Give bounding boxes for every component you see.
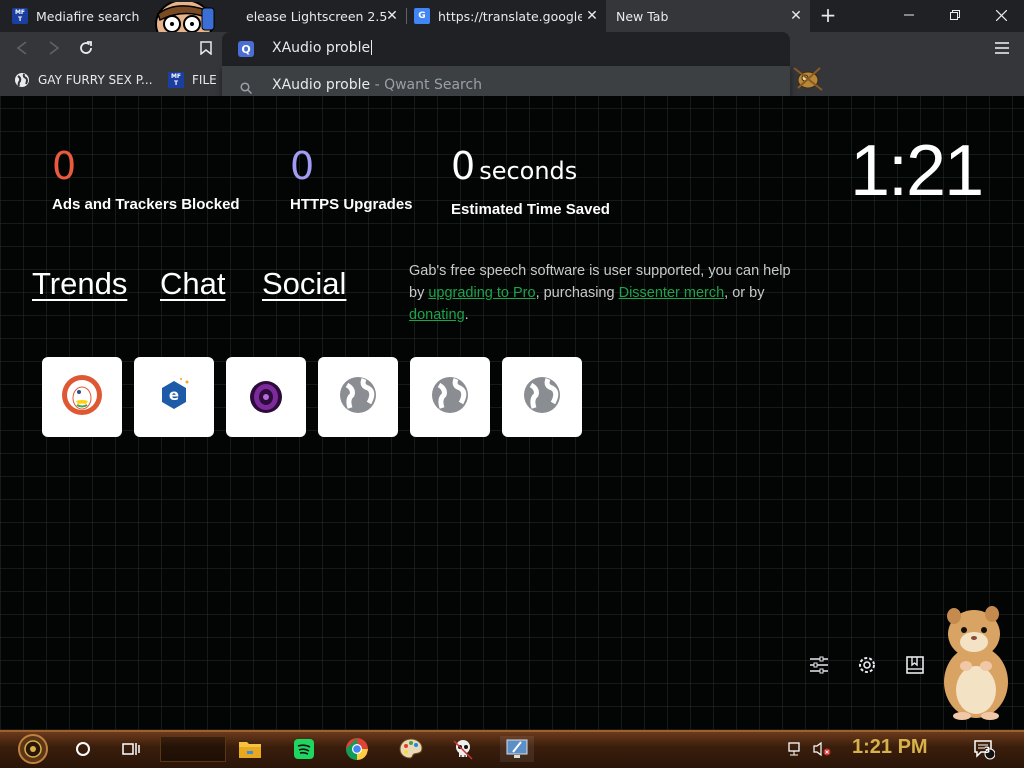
globe-icon bbox=[338, 375, 378, 419]
bookmarks-icon[interactable] bbox=[904, 654, 928, 678]
tab-title: Mediafire search bbox=[36, 8, 140, 24]
bookmark-item[interactable]: MF T FILE bbox=[168, 64, 217, 96]
suggestion-source: - Qwant Search bbox=[370, 77, 483, 93]
trends-link[interactable]: Trends bbox=[32, 266, 127, 302]
notifications-icon[interactable]: 3 bbox=[970, 736, 998, 762]
globe-icon bbox=[522, 375, 562, 419]
back-button[interactable] bbox=[10, 36, 34, 60]
bookmark-item[interactable]: GAY FURRY SEX P... bbox=[14, 64, 153, 96]
donating-link[interactable]: donating bbox=[409, 307, 465, 323]
top-site-tile[interactable] bbox=[410, 357, 490, 437]
tor-onion-icon bbox=[246, 375, 286, 419]
duckduckgo-icon bbox=[61, 374, 103, 420]
task-view-icon[interactable] bbox=[118, 736, 144, 762]
globe-icon bbox=[14, 72, 30, 88]
qwant-search-icon: Q bbox=[238, 41, 254, 57]
new-tab-button[interactable]: + bbox=[816, 4, 840, 28]
gab-support-message: Gab's free speech software is user suppo… bbox=[409, 260, 809, 326]
ads-blocked-stat: 0 Ads and Trackers Blocked bbox=[52, 144, 240, 213]
gab-text: , purchasing bbox=[535, 285, 619, 301]
tab-title: elease Lightscreen 2.5 bbox=[246, 8, 388, 24]
upgrade-pro-link[interactable]: upgrading to Pro bbox=[428, 285, 535, 301]
taskbar-clock[interactable]: 1:21 PM bbox=[852, 736, 928, 759]
clock: 1:21 bbox=[850, 131, 984, 211]
reload-button[interactable] bbox=[74, 36, 98, 60]
new-tab-page: 0 Ads and Trackers Blocked 0 HTTPS Upgra… bbox=[0, 96, 1024, 730]
tab-close-icon[interactable]: ✕ bbox=[788, 8, 804, 24]
https-upgrades-label: HTTPS Upgrades bbox=[290, 196, 413, 213]
bookmark-label: GAY FURRY SEX P... bbox=[38, 73, 153, 87]
social-link[interactable]: Social bbox=[262, 266, 346, 302]
google-translate-favicon-icon: G bbox=[414, 8, 430, 24]
top-site-tile[interactable]: e bbox=[134, 357, 214, 437]
https-upgrades-stat: 0 HTTPS Upgrades bbox=[290, 144, 413, 213]
text-caret bbox=[371, 40, 373, 55]
tab-title: New Tab bbox=[616, 8, 669, 24]
tab-new-tab[interactable]: New Tab ✕ bbox=[606, 0, 810, 32]
chat-link[interactable]: Chat bbox=[160, 266, 225, 302]
bookmark-page-icon[interactable] bbox=[194, 36, 218, 60]
globe-icon bbox=[430, 375, 470, 419]
paint-palette-icon[interactable] bbox=[396, 736, 426, 762]
remote-desktop-icon[interactable] bbox=[500, 736, 534, 762]
settings-gear-icon[interactable] bbox=[856, 654, 880, 678]
taskbar-search-box[interactable] bbox=[160, 736, 226, 762]
https-upgrades-count: 0 bbox=[290, 144, 315, 188]
mediafire-favicon-icon: MF T bbox=[12, 8, 28, 24]
steampunk-mascot-icon bbox=[790, 64, 826, 94]
top-site-tile[interactable] bbox=[318, 357, 398, 437]
gab-e-icon: e bbox=[154, 375, 194, 419]
tab-title: https://translate.google.c bbox=[438, 8, 582, 24]
top-site-tile[interactable] bbox=[502, 357, 582, 437]
file-explorer-icon[interactable] bbox=[236, 736, 264, 762]
spotify-icon[interactable] bbox=[290, 736, 318, 762]
volume-muted-icon[interactable] bbox=[810, 736, 834, 762]
top-site-tile[interactable] bbox=[42, 357, 122, 437]
hamster-mascot-icon bbox=[932, 604, 1018, 722]
address-input[interactable]: XAudio proble bbox=[272, 40, 373, 56]
skull-app-icon[interactable] bbox=[450, 736, 476, 762]
svg-text:e: e bbox=[169, 386, 179, 404]
forward-button[interactable] bbox=[42, 36, 66, 60]
tab-translate[interactable]: G https://translate.google.c ✕ bbox=[406, 0, 606, 32]
network-tray-icon[interactable] bbox=[784, 736, 808, 762]
tab-strip: MF T Mediafire search elease Lightscreen … bbox=[0, 0, 1024, 49]
customize-icon[interactable] bbox=[808, 654, 832, 678]
time-saved-unit: seconds bbox=[479, 157, 578, 185]
ads-blocked-count: 0 bbox=[52, 144, 77, 188]
notification-count-badge: 3 bbox=[984, 746, 991, 756]
browser-menu-icon[interactable] bbox=[990, 36, 1014, 60]
cortana-search-icon[interactable] bbox=[72, 736, 94, 762]
top-site-tile[interactable] bbox=[226, 357, 306, 437]
minimize-button[interactable] bbox=[886, 0, 932, 30]
ads-blocked-label: Ads and Trackers Blocked bbox=[52, 196, 240, 213]
gab-text: , or by bbox=[724, 285, 765, 301]
restore-button[interactable] bbox=[932, 0, 978, 30]
suggestion-query: XAudio proble bbox=[272, 77, 371, 93]
time-saved-stat: 0 seconds Estimated Time Saved bbox=[451, 144, 610, 218]
close-window-button[interactable] bbox=[978, 0, 1024, 30]
tab-lightscreen[interactable]: elease Lightscreen 2.5 ✕ bbox=[206, 0, 406, 32]
tab-close-icon[interactable]: ✕ bbox=[584, 8, 600, 24]
gab-text: . bbox=[464, 307, 469, 323]
address-bar[interactable]: Q XAudio proble bbox=[222, 32, 790, 66]
time-saved-count: 0 bbox=[451, 144, 476, 188]
bookmark-label: FILE bbox=[192, 73, 217, 87]
start-button[interactable] bbox=[10, 732, 56, 766]
chrome-icon[interactable] bbox=[342, 736, 372, 762]
tab-close-icon[interactable]: ✕ bbox=[384, 8, 400, 24]
mediafire-favicon-icon: MF T bbox=[168, 72, 184, 88]
dissenter-merch-link[interactable]: Dissenter merch bbox=[619, 285, 725, 301]
time-saved-label: Estimated Time Saved bbox=[451, 201, 610, 218]
